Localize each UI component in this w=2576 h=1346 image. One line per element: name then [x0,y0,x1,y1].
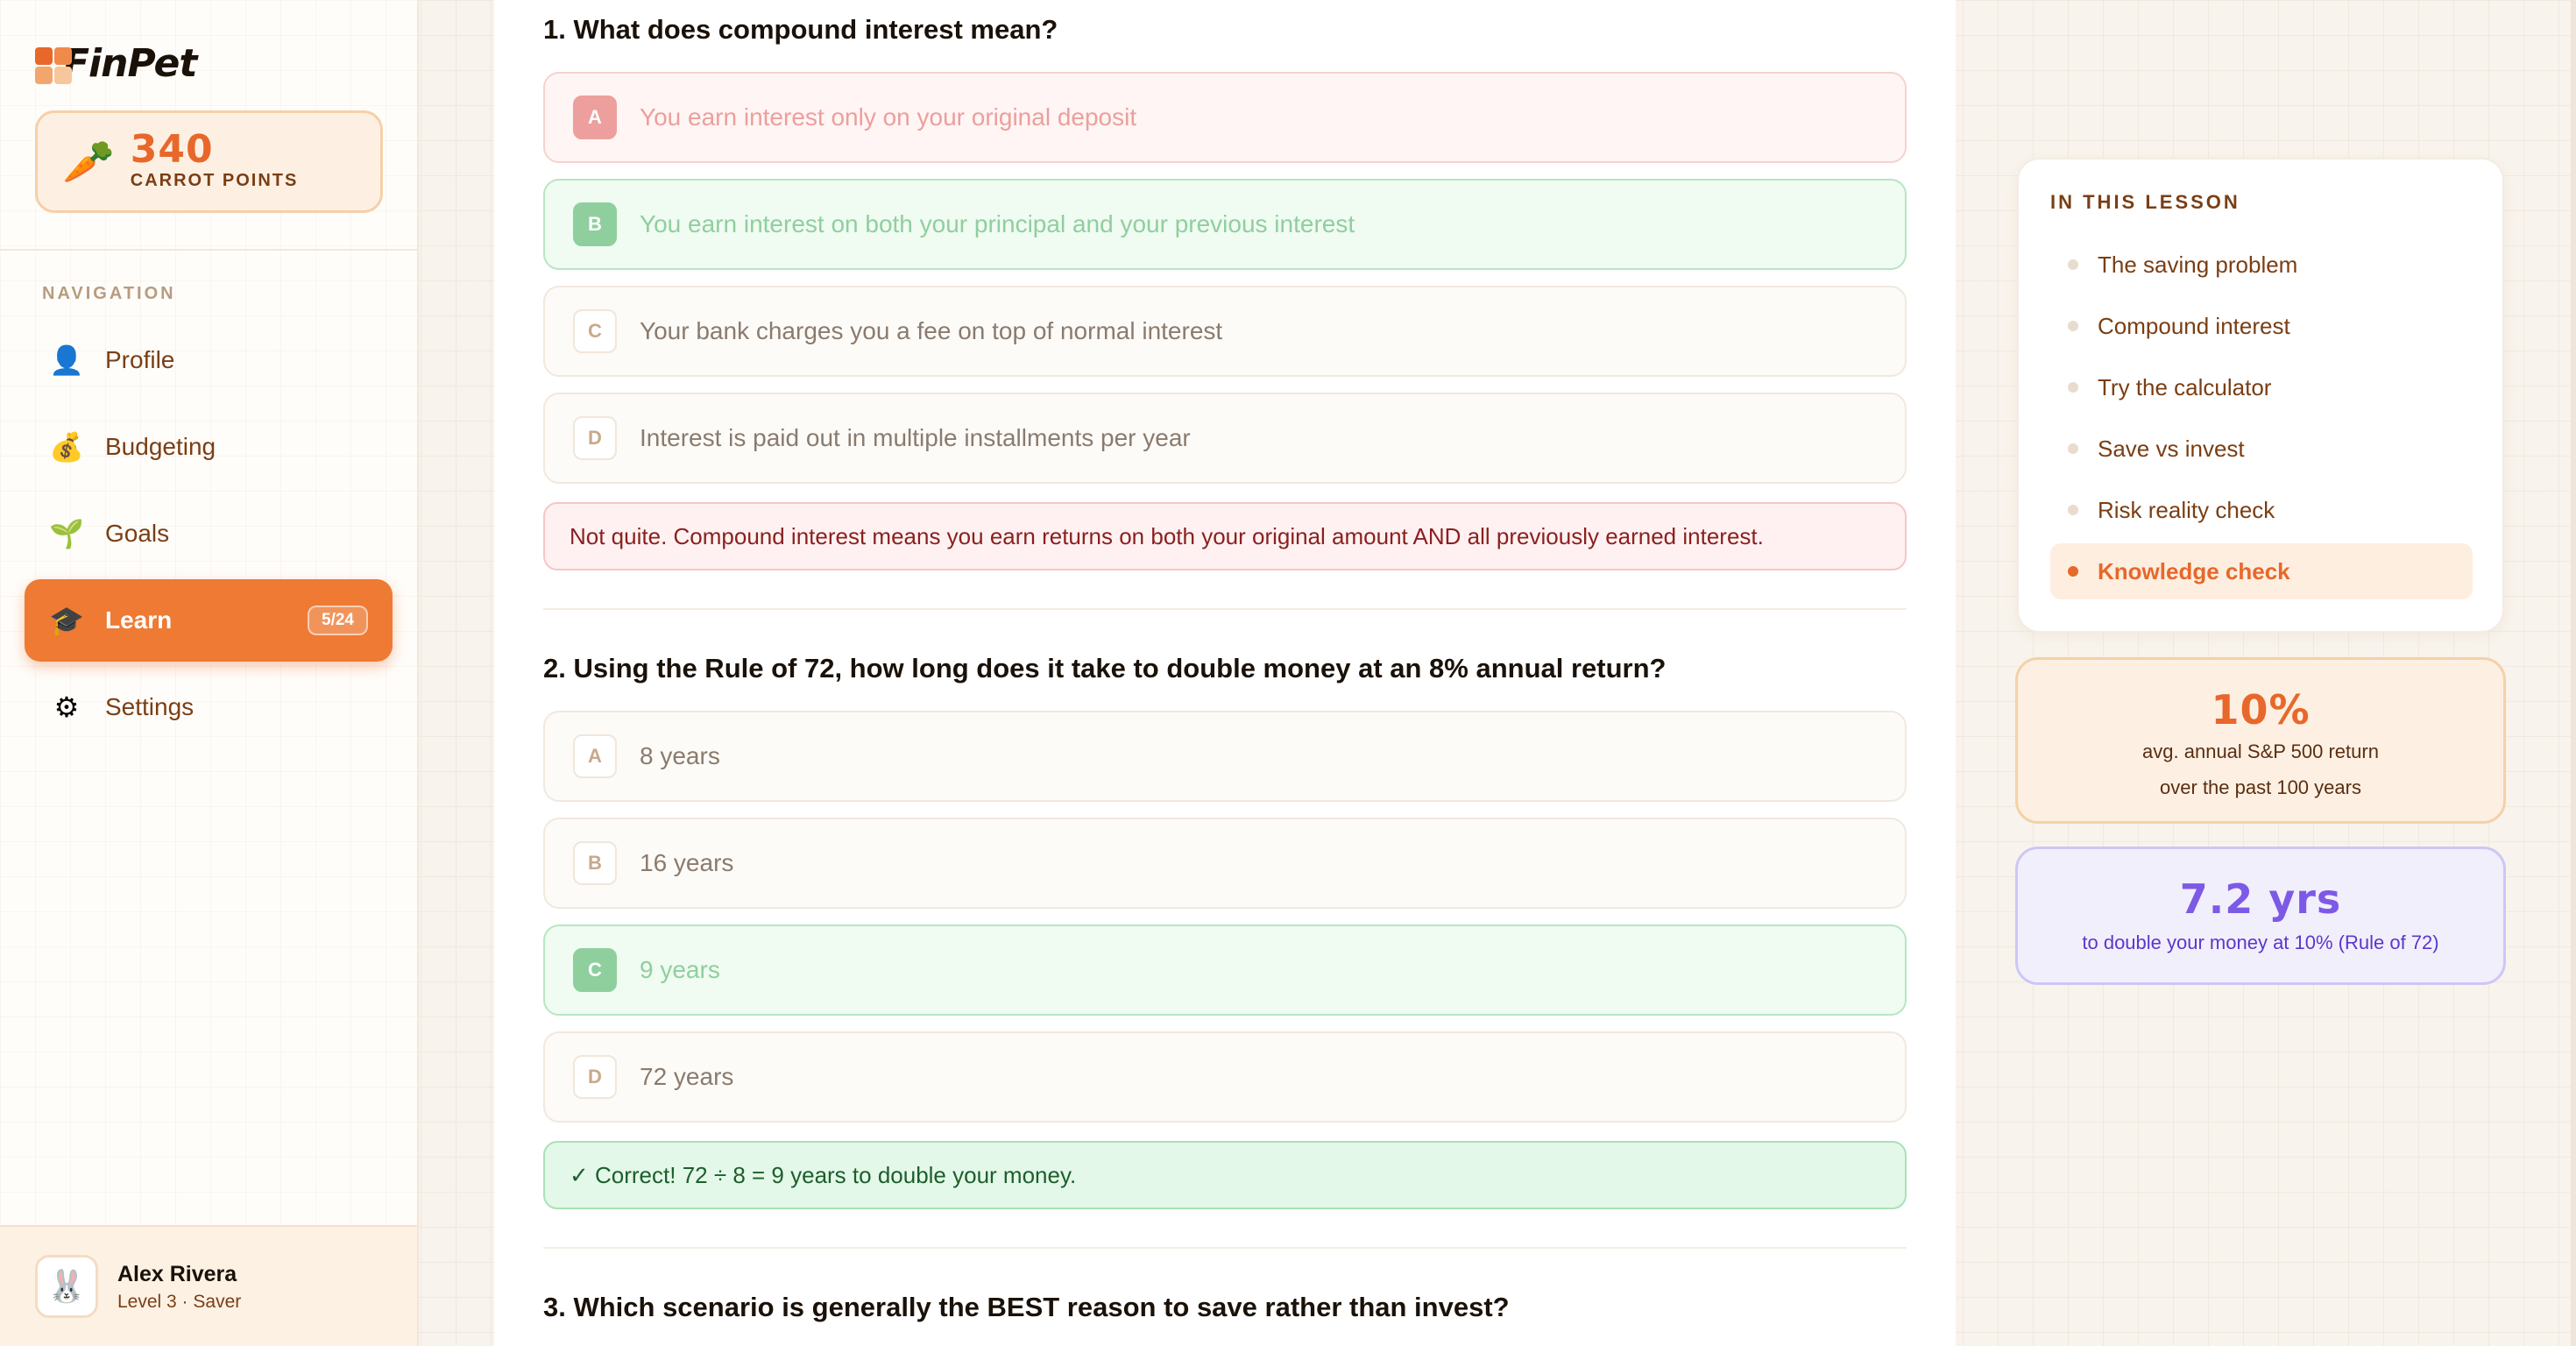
user-panel[interactable]: 🐰 Alex Rivera Level 3 · Saver [0,1225,417,1346]
incorrect-feedback: Not quite. Compound interest means you e… [543,502,1907,570]
question-divider [543,1247,1907,1249]
carrot-points-card: 🥕 340 CARROT POINTS [35,110,383,213]
lesson-item-label: Knowledge check [2098,557,2290,584]
bullet-dot-icon [2068,443,2078,454]
bullet-dot-icon [2068,382,2078,393]
money-bag-icon: 💰 [49,431,84,463]
question-divider [543,608,1907,610]
rule-of-72-stat-card: 7.2 yrs to double your money at 10% (Rul… [2015,847,2506,985]
sidebar-divider [0,249,417,251]
lesson-item[interactable]: Compound interest [2050,298,2473,354]
lesson-item-label: Save vs invest [2098,435,2245,462]
user-name: Alex Rivera [117,1262,237,1286]
nav-heading: NAVIGATION [42,284,176,303]
gear-icon: ⚙ [53,691,80,723]
sidebar-item-budgeting[interactable]: 💰 Budgeting [25,406,393,488]
lesson-item-label: The saving problem [2098,251,2298,278]
bullet-dot-icon [2068,566,2078,577]
sidebar-item-settings[interactable]: ⚙ Settings [25,666,393,748]
option-letter: A [573,734,617,778]
option-letter: D [573,416,617,460]
option-text: 16 years [640,849,734,876]
lesson-item[interactable]: The saving problem [2050,237,2473,293]
bullet-dot-icon [2068,505,2078,515]
stat-description: avg. annual S&P 500 return [2142,740,2379,762]
lesson-heading: IN THIS LESSON [2050,191,2240,213]
option-letter: C [573,948,617,992]
option-text: You earn interest only on your original … [640,103,1137,131]
stat-description: to double your money at 10% (Rule of 72) [2082,932,2439,953]
answer-option[interactable]: B You earn interest on both your princip… [543,179,1907,270]
lesson-item[interactable]: Save vs invest [2050,421,2473,477]
points-label: CARROT POINTS [130,171,299,190]
lesson-outline: IN THIS LESSON The saving problem Compou… [2017,158,2504,633]
app-name: FinPet [63,40,197,86]
sidebar-item-learn[interactable]: 🎓 Learn 5/24 [25,579,393,662]
answer-option[interactable]: D Interest is paid out in multiple insta… [543,393,1907,484]
question-title: 1. What does compound interest mean? [543,14,1058,45]
sidebar-item-label: Goals [105,520,170,547]
graduation-cap-icon: 🎓 [49,605,84,636]
carrot-icon: 🥕 [62,139,115,186]
answer-option[interactable]: D 72 years [543,1031,1907,1123]
avatar: 🐰 [35,1255,98,1318]
bullet-dot-icon [2068,259,2078,270]
option-text: Your bank charges you a fee on top of no… [640,317,1223,344]
stat-description: over the past 100 years [2160,776,2361,798]
option-text: 72 years [640,1063,734,1090]
question-title: 3. Which scenario is generally the BEST … [543,1292,1510,1322]
lesson-item[interactable]: Risk reality check [2050,482,2473,538]
lesson-item-label: Try the calculator [2098,373,2272,400]
finpet-logo[interactable]: FinPet [35,39,197,88]
person-icon: 👤 [49,344,84,376]
option-text: 8 years [640,742,720,769]
option-text: 9 years [640,956,720,983]
answer-option[interactable]: A You earn interest only on your origina… [543,72,1907,163]
user-level: Level 3 · Saver [117,1292,242,1312]
option-letter: C [573,309,617,353]
sidebar-item-profile[interactable]: 👤 Profile [25,319,393,401]
option-letter: A [573,96,617,139]
bullet-dot-icon [2068,321,2078,331]
stat-value: 7.2 yrs [2179,875,2342,923]
answer-option[interactable]: A 8 years [543,711,1907,802]
option-letter: B [573,202,617,246]
sp500-stat-card: 10% avg. annual S&P 500 return over the … [2015,657,2506,824]
option-text: You earn interest on both your principal… [640,210,1355,237]
sidebar-item-label: Profile [105,346,175,373]
option-letter: D [573,1055,617,1099]
progress-badge: 5/24 [308,606,368,635]
seedling-icon: 🌱 [49,518,84,549]
answer-option[interactable]: C Your bank charges you a fee on top of … [543,286,1907,377]
correct-feedback: ✓ Correct! 72 ÷ 8 = 9 years to double yo… [543,1141,1907,1209]
quiz-panel: 1. What does compound interest mean? A Y… [494,0,1956,1346]
lesson-item[interactable]: Try the calculator [2050,359,2473,415]
option-letter: B [573,841,617,885]
points-value: 340 [130,127,214,172]
question-title: 2. Using the Rule of 72, how long does i… [543,653,1667,684]
window-edge [2571,0,2576,1346]
lesson-item-current[interactable]: Knowledge check [2050,543,2473,599]
lesson-item-label: Compound interest [2098,312,2290,339]
sidebar-item-label: Settings [105,693,195,720]
lesson-item-label: Risk reality check [2098,496,2275,523]
sidebar-item-label: Learn [105,606,173,634]
sidebar-item-goals[interactable]: 🌱 Goals [25,492,393,575]
sidebar-item-label: Budgeting [105,433,216,460]
logo-mark-icon [35,39,75,88]
answer-option[interactable]: B 16 years [543,818,1907,909]
answer-option[interactable]: C 9 years [543,924,1907,1016]
sidebar: FinPet 🥕 340 CARROT POINTS NAVIGATION 👤 … [0,0,419,1346]
stat-value: 10% [2211,686,2311,733]
option-text: Interest is paid out in multiple install… [640,424,1191,451]
